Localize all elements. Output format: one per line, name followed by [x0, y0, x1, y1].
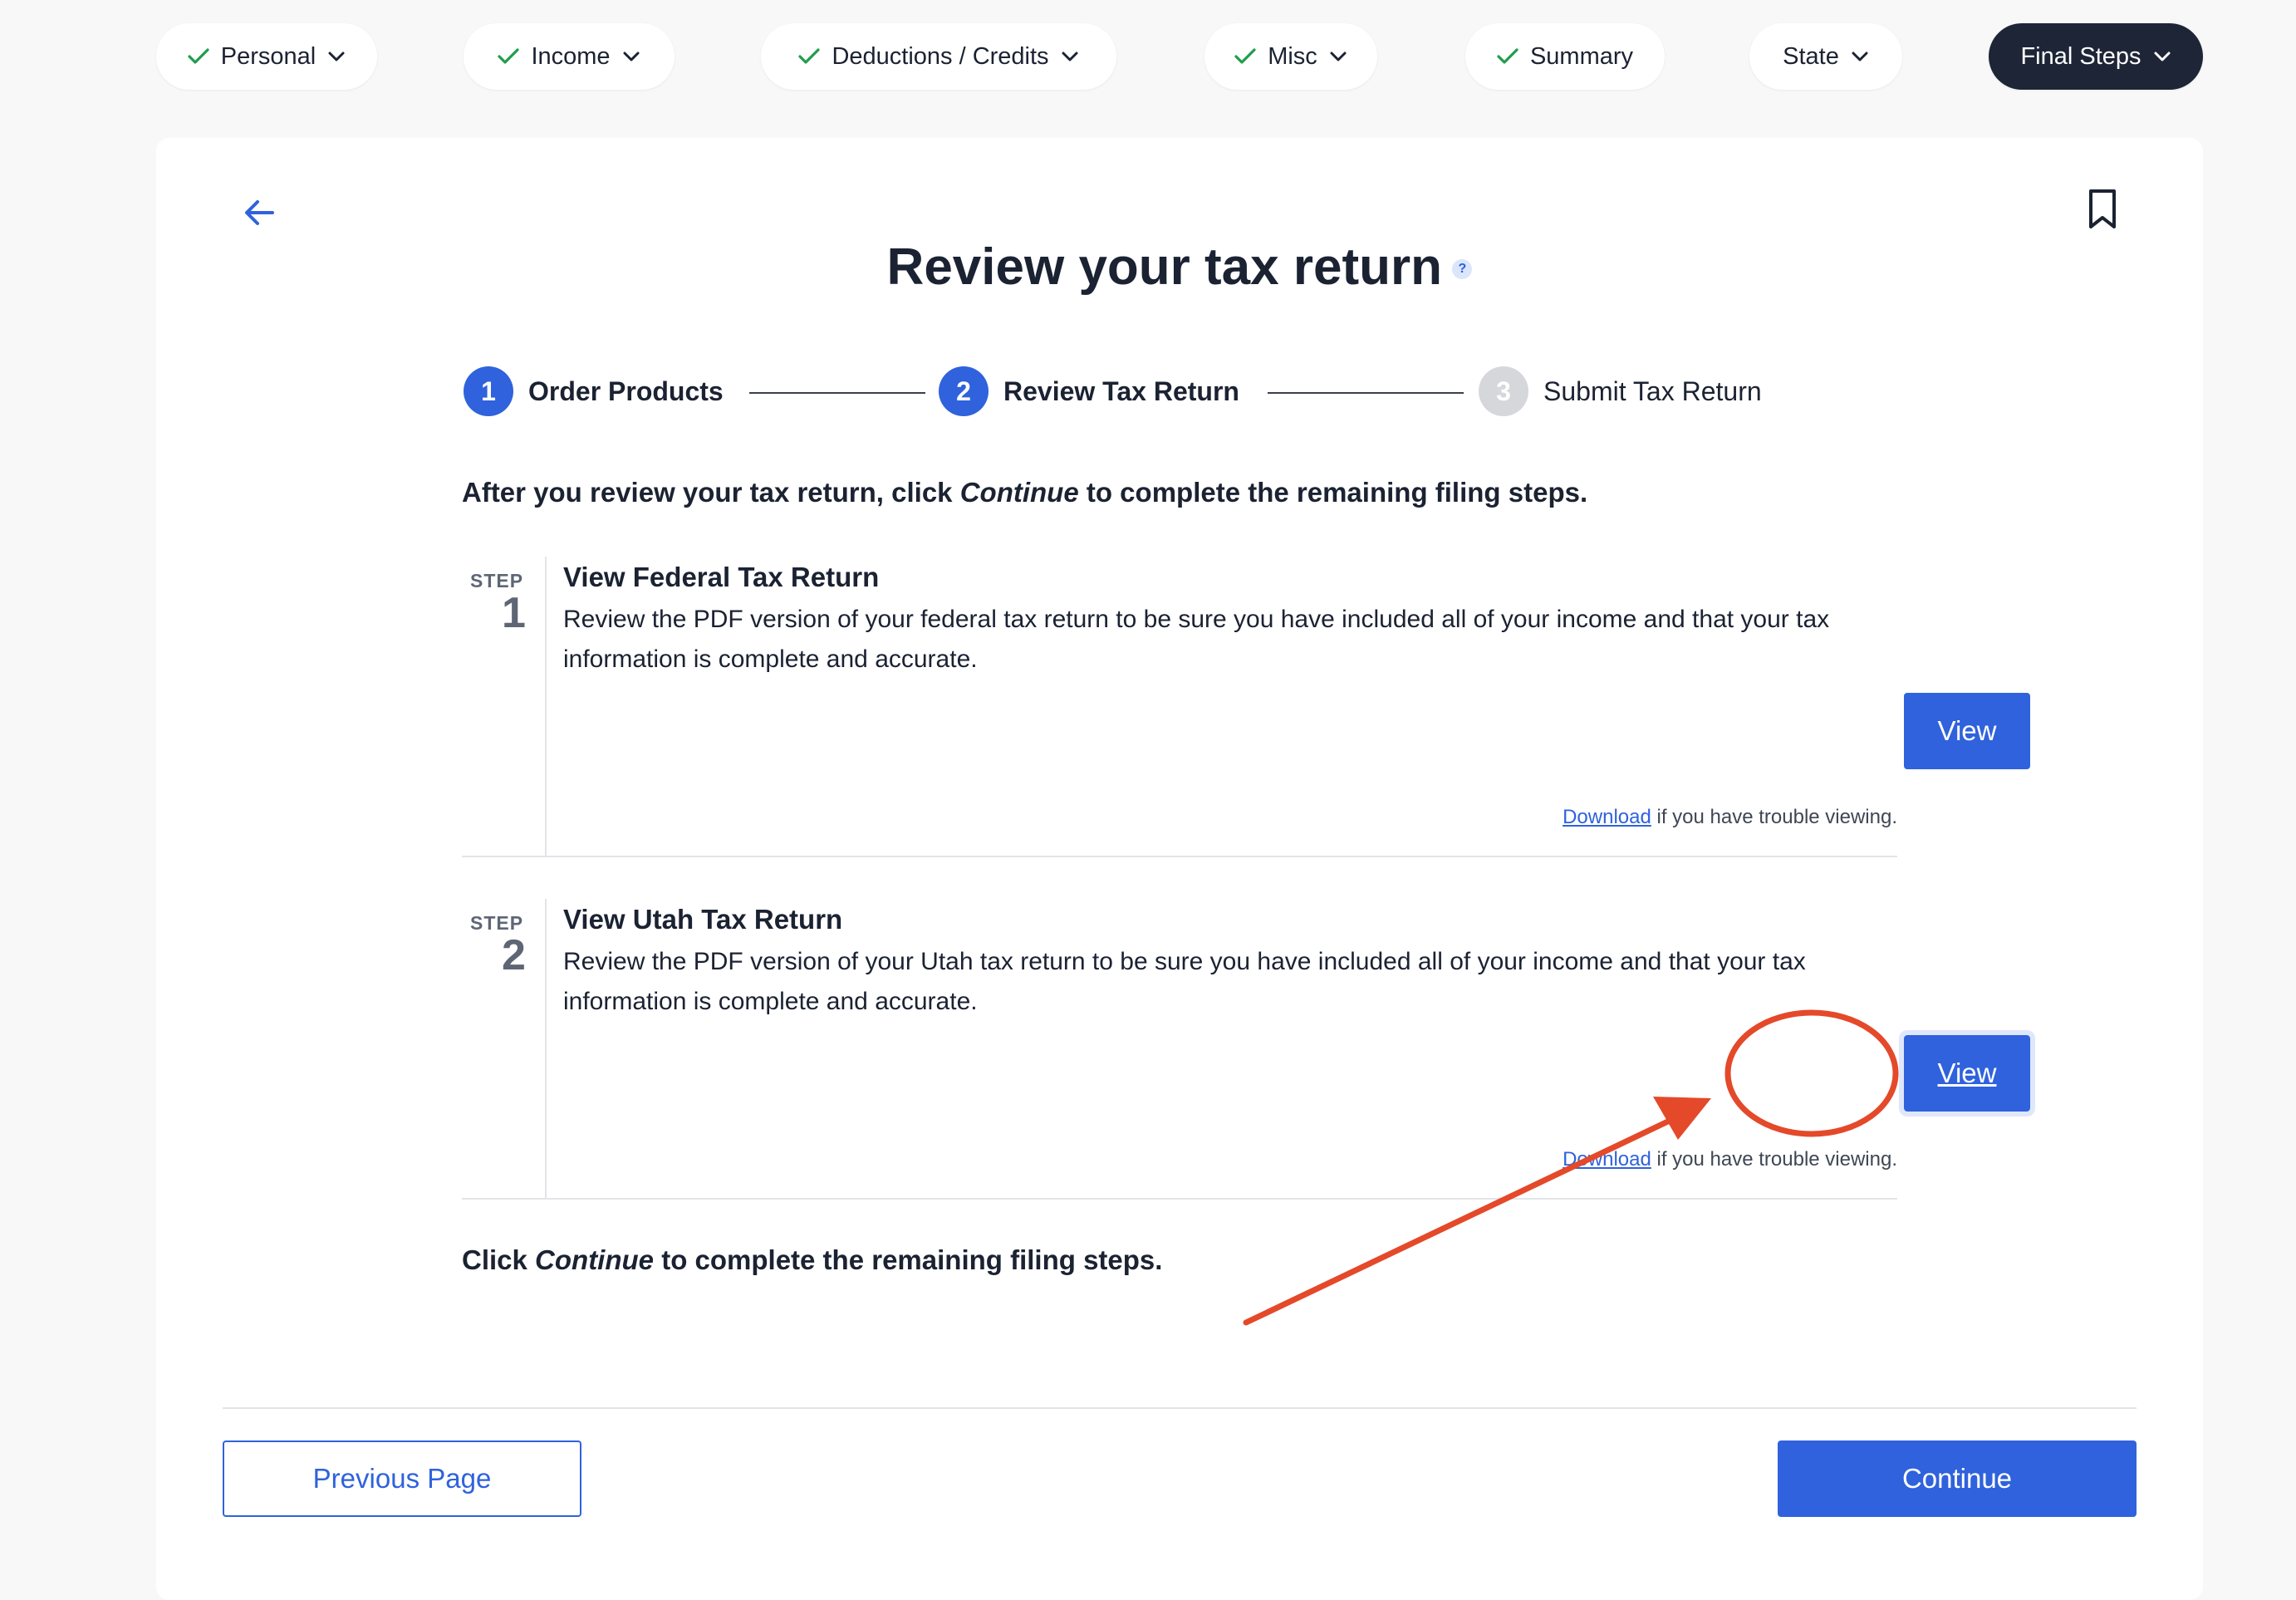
stepper-step-number: 1 [464, 366, 513, 416]
check-icon [498, 48, 520, 64]
nav-tab-misc[interactable]: Misc [1204, 23, 1377, 90]
intro-text-after: to complete the remaining filing steps. [1078, 477, 1588, 508]
nav-tab-summary[interactable]: Summary [1465, 23, 1665, 90]
intro-text: After you review your tax return, click … [462, 477, 1587, 508]
nav-tab-income[interactable]: Income [464, 23, 675, 90]
nav-tab-deductions-credits[interactable]: Deductions / Credits [761, 23, 1116, 90]
chevron-down-icon [1062, 52, 1078, 61]
chevron-down-icon [1330, 52, 1347, 61]
step-number: 2 [502, 931, 526, 979]
page-title-row: Review your tax return ? [156, 238, 2203, 321]
main-card: Review your tax return ? 1 Order Product… [156, 138, 2203, 1600]
nav-tab-label: Income [531, 42, 611, 70]
download-hint-text: if you have trouble viewing. [1651, 806, 1897, 828]
nav-tab-final-steps[interactable]: Final Steps [1989, 23, 2203, 90]
download-hint-text: if you have trouble viewing. [1651, 1148, 1897, 1171]
check-icon [188, 48, 209, 64]
outro-text-emphasis: Continue [535, 1244, 655, 1275]
stepper-step-order-products: 1 Order Products [464, 366, 724, 417]
outro-text: Click Continue to complete the remaining… [462, 1244, 1162, 1276]
check-icon [1234, 48, 1256, 64]
chevron-down-icon [1852, 52, 1868, 61]
stepper-step-number: 3 [1479, 366, 1528, 416]
arrow-left-icon[interactable] [239, 193, 279, 233]
nav-tab-label: Personal [220, 42, 316, 70]
bookmark-icon[interactable] [2085, 188, 2120, 231]
section-navigation: Personal Income Deductions / Credits Mis… [0, 0, 2296, 116]
intro-text-before: After you review your tax return, click [462, 477, 960, 508]
nav-tab-label: State [1783, 42, 1839, 70]
nav-tab-personal[interactable]: Personal [156, 23, 377, 90]
section-description: Review the PDF version of your federal t… [563, 606, 1830, 673]
nav-tab-label: Summary [1529, 42, 1634, 70]
stepper-connector [1268, 392, 1464, 394]
federal-return-section: STEP 1 View Federal Tax Return Review th… [462, 557, 2030, 857]
chevron-down-icon [623, 52, 640, 61]
stepper-step-number: 2 [939, 366, 989, 416]
section-description: Review the PDF version of your Utah tax … [563, 948, 1806, 1015]
section-title: View Utah Tax Return [563, 904, 843, 935]
download-hint: Download if you have trouble viewing. [1563, 1148, 1897, 1171]
section-divider [545, 899, 547, 1198]
stepper-step-label: Submit Tax Return [1543, 375, 1762, 406]
footer-divider [223, 1407, 2137, 1409]
chevron-down-icon [2154, 52, 2171, 61]
check-icon [1497, 48, 1518, 64]
outro-text-after: to complete the remaining filing steps. [654, 1244, 1163, 1275]
stepper-step-label: Order Products [528, 375, 724, 406]
utah-return-section: STEP 2 View Utah Tax Return Review the P… [462, 899, 2035, 1200]
check-icon [798, 48, 821, 64]
outro-text-before: Click [462, 1244, 536, 1275]
page-title: Review your tax return [886, 238, 1442, 296]
step-number: 1 [502, 589, 526, 637]
download-utah-link[interactable]: Download [1563, 1148, 1651, 1171]
nav-tab-label: Deductions / Credits [832, 42, 1049, 70]
continue-button[interactable]: Continue [1778, 1440, 2137, 1517]
chevron-down-icon [328, 52, 345, 61]
help-icon[interactable]: ? [1452, 258, 1473, 279]
section-title: View Federal Tax Return [563, 562, 880, 592]
download-hint: Download if you have trouble viewing. [1563, 806, 1897, 829]
view-federal-return-button[interactable]: View [1904, 693, 2030, 769]
stepper-step-review-tax-return: 2 Review Tax Return [939, 366, 1239, 417]
intro-text-emphasis: Continue [959, 477, 1079, 508]
stepper-connector [749, 392, 925, 394]
previous-page-button[interactable]: Previous Page [223, 1440, 581, 1517]
stepper-step-submit-tax-return: 3 Submit Tax Return [1479, 366, 1762, 417]
nav-tab-label: Final Steps [2020, 42, 2141, 70]
view-utah-return-button[interactable]: View [1899, 1030, 2035, 1117]
stepper-step-label: Review Tax Return [1003, 375, 1239, 406]
nav-tab-label: Misc [1268, 42, 1317, 70]
nav-tab-state[interactable]: State [1749, 23, 1902, 90]
section-divider [545, 557, 547, 856]
download-federal-link[interactable]: Download [1563, 806, 1651, 828]
